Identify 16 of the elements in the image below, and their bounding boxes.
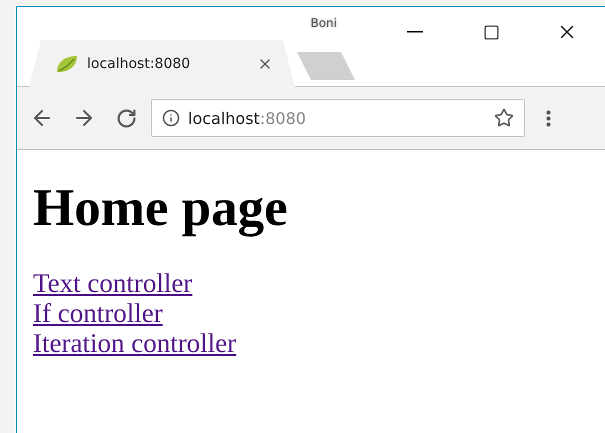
page-link[interactable]: If controller — [33, 298, 163, 328]
page-heading: Home page — [33, 178, 289, 238]
menu-icon — [546, 110, 550, 126]
url-text: localhost:8080 — [188, 108, 307, 128]
reload-icon — [116, 108, 136, 128]
browser-tab[interactable]: localhost:8080 — [29, 40, 295, 87]
info-icon — [162, 109, 180, 127]
page-link[interactable]: Text controller — [33, 268, 192, 298]
page-link[interactable]: Iteration controller — [33, 328, 236, 358]
profile-name[interactable]: Boni — [310, 16, 337, 30]
leaf-icon — [55, 54, 79, 74]
minimize-icon — [407, 31, 423, 33]
maximize-icon — [482, 24, 500, 40]
address-bar[interactable]: localhost:8080 — [151, 99, 525, 137]
star-icon — [494, 108, 514, 128]
tab-title: localhost:8080 — [87, 56, 192, 72]
